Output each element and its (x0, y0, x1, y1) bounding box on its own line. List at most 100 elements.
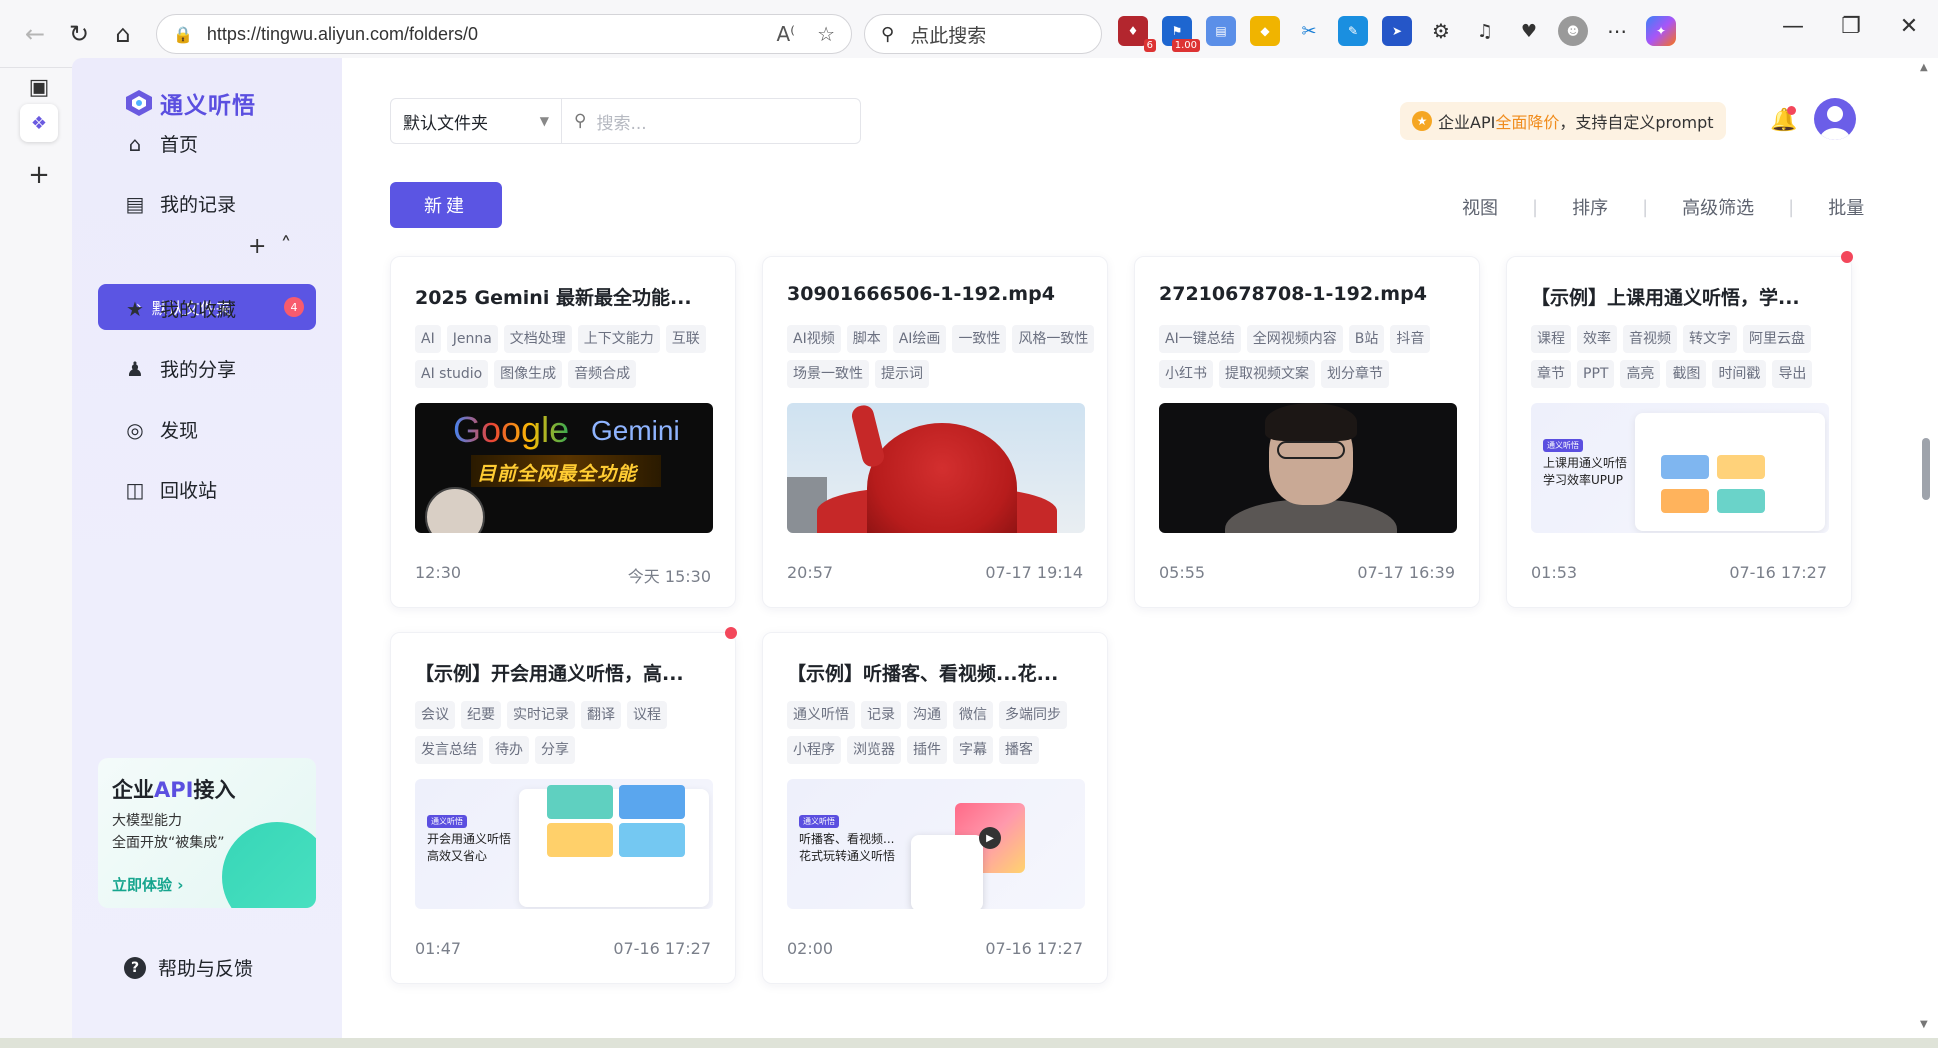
card-tag[interactable]: 全网视频内容 (1246, 325, 1343, 353)
favorite-star-icon[interactable]: ☆ (817, 22, 835, 46)
reload-icon[interactable]: ↻ (62, 17, 96, 51)
card-tag[interactable]: 一致性 (952, 325, 1007, 353)
card-tag[interactable]: 转文字 (1683, 325, 1737, 353)
card-tag[interactable]: 议程 (627, 701, 667, 729)
sidebar-item-home[interactable]: ⌂ 首页 (124, 130, 198, 157)
sidebar-item-discover[interactable]: ◎ 发现 (124, 416, 198, 443)
record-card[interactable]: 【示例】开会用通义听悟，高... 会议 纪要 实时记录 翻译 议程 发言总结 待办 分享 通义… (390, 627, 737, 984)
card-tag[interactable]: 脚本 (846, 325, 887, 353)
card-tag[interactable]: 截图 (1666, 360, 1707, 388)
card-tag[interactable]: 实时记录 (507, 701, 575, 729)
card-tag[interactable]: 文档处理 (503, 325, 572, 353)
card-tag[interactable]: 章节 (1531, 360, 1571, 388)
card-tag[interactable]: 提取视频文案 (1219, 360, 1315, 388)
card-tag[interactable]: 待办 (489, 736, 529, 764)
sort-button[interactable]: 排序 (1572, 194, 1608, 220)
card-tag[interactable]: 上下文能力 (577, 325, 660, 353)
arrow-extension-icon[interactable]: ➤ (1382, 16, 1412, 46)
card-tag[interactable]: AI一键总结 (1159, 325, 1241, 353)
document-extension-icon[interactable]: ▤ (1206, 16, 1236, 46)
notification-bell-icon[interactable]: 🔔 (1770, 106, 1797, 133)
card-tag[interactable]: 划分章节 (1321, 360, 1389, 388)
read-aloud-icon[interactable]: A⁽ (776, 22, 795, 46)
puzzle-extensions-icon[interactable]: ⚙ (1426, 16, 1456, 46)
sidebar-item-my-records[interactable]: ▤ 我的记录 (124, 190, 236, 217)
card-tag[interactable]: 高亮 (1620, 360, 1661, 388)
card-tag[interactable]: 互联 (665, 325, 706, 353)
card-tag[interactable]: 导出 (1772, 360, 1813, 388)
translate-extension-icon[interactable]: ✎ (1338, 16, 1368, 46)
color-shield-extension-icon[interactable]: ◆ (1250, 16, 1280, 46)
card-tag[interactable]: Jenna (446, 325, 498, 353)
card-tag[interactable]: AI (415, 325, 441, 353)
card-tag[interactable]: 多端同步 (999, 701, 1067, 729)
collapse-chevron-icon[interactable]: ˄ (280, 234, 291, 259)
sidebar-item-shares[interactable]: ♟ 我的分享 (124, 355, 236, 382)
record-card[interactable]: 30901666506-1-192.mp4 AI视频 脚本 AI绘画 一致性 风格一致性… (762, 256, 1108, 608)
card-tag[interactable]: 翻译 (581, 701, 621, 729)
record-card[interactable]: 【示例】听播客、看视频...花... 通义听悟 记录 沟通 微信 多端同步 小程序 浏览器插… (762, 632, 1108, 984)
close-icon[interactable]: ✕ (1880, 14, 1938, 39)
restore-icon[interactable]: ❐ (1822, 14, 1880, 39)
record-card[interactable]: 2025 Gemini 最新最全功能... AI Jenna 文档处理 上下文能力 互联… (390, 256, 736, 608)
enterprise-api-card[interactable]: 企业API接入 大模型能力 全面开放“被集成” 立即体验 › (98, 758, 316, 908)
card-tag[interactable]: 插件 (907, 736, 947, 764)
card-tag[interactable]: 小程序 (787, 736, 841, 764)
health-icon[interactable]: ♥ (1514, 16, 1544, 46)
card-tag[interactable]: 音频合成 (568, 360, 637, 388)
help-feedback-link[interactable]: ? 帮助与反馈 (124, 954, 253, 981)
card-tag[interactable]: 风格一致性 (1012, 325, 1095, 353)
card-tag[interactable]: 提示词 (875, 360, 929, 388)
address-bar[interactable]: 🔒 https://tingwu.aliyun.com/folders/0 A⁽… (156, 14, 852, 54)
add-folder-icon[interactable]: + (248, 234, 266, 259)
minimize-icon[interactable]: — (1764, 14, 1822, 39)
card-tag[interactable]: 课程 (1531, 325, 1571, 353)
card-tag[interactable]: 纪要 (461, 701, 501, 729)
new-tab-icon[interactable]: + (20, 156, 58, 194)
sidebar-item-favorites[interactable]: ★ 我的收藏 (124, 295, 236, 322)
card-tag[interactable]: 播客 (999, 736, 1039, 764)
new-button[interactable]: 新建 (390, 182, 502, 228)
card-tag[interactable]: 效率 (1577, 325, 1617, 353)
card-tag[interactable]: B站 (1348, 325, 1385, 353)
scroll-down-icon[interactable]: ▼ (1920, 1019, 1928, 1030)
card-tag[interactable]: 记录 (861, 701, 901, 729)
card-tag[interactable]: 阿里云盘 (1743, 325, 1811, 353)
card-tag[interactable]: AI studio (415, 360, 489, 388)
card-tag[interactable]: 抖音 (1390, 325, 1431, 353)
view-button[interactable]: 视图 (1462, 194, 1498, 220)
user-avatar[interactable] (1814, 98, 1856, 140)
home-browser-icon[interactable]: ⌂ (106, 17, 140, 51)
card-tag[interactable]: 通义听悟 (787, 701, 855, 729)
copilot-icon[interactable]: ✦ (1646, 16, 1676, 46)
folder-select[interactable]: 默认文件夹 ▼ (390, 98, 562, 144)
profile-avatar-icon[interactable]: ☻ (1558, 16, 1588, 46)
app-logo[interactable]: 通义听悟 (124, 86, 256, 120)
card-tag[interactable]: AI视频 (787, 325, 841, 353)
card-tag[interactable]: 字幕 (953, 736, 993, 764)
advanced-filter-button[interactable]: 高级筛选 (1682, 194, 1754, 220)
card-tag[interactable]: 会议 (415, 701, 455, 729)
record-card[interactable]: 【示例】上课用通义听悟，学... 课程 效率 音视频 转文字 阿里云盘 章节 PPT 高亮 截图… (1506, 251, 1853, 608)
search-input[interactable]: ⚲ 搜索... (561, 98, 861, 144)
sidebar-item-trash[interactable]: ◫ 回收站 (124, 476, 217, 503)
page-scrollbar[interactable]: ▲ ▼ (1914, 58, 1938, 1038)
card-tag[interactable]: 沟通 (907, 701, 947, 729)
scissors-extension-icon[interactable]: ✂ (1294, 16, 1324, 46)
card-tag[interactable]: 微信 (953, 701, 993, 729)
browser-search-box[interactable]: ⚲ 点此搜索 (864, 14, 1102, 54)
tab-actions-icon[interactable]: ▣ (20, 68, 58, 106)
card-tag[interactable]: PPT (1577, 360, 1615, 388)
card-tag[interactable]: 小红书 (1159, 360, 1213, 388)
back-icon[interactable]: ← (18, 17, 52, 51)
card-tag[interactable]: 时间戳 (1712, 360, 1767, 388)
card-tag[interactable]: 音视频 (1623, 325, 1677, 353)
card-tag[interactable]: 图像生成 (494, 360, 563, 388)
shield-extension-icon[interactable]: ♦ 6 (1118, 16, 1156, 52)
card-tag[interactable]: 分享 (535, 736, 575, 764)
scroll-up-icon[interactable]: ▲ (1920, 62, 1928, 73)
more-menu-icon[interactable]: ⋯ (1602, 16, 1632, 46)
card-tag[interactable]: AI绘画 (892, 325, 947, 353)
media-icon[interactable]: ♫ (1470, 16, 1500, 46)
card-tag[interactable]: 发言总结 (415, 736, 483, 764)
